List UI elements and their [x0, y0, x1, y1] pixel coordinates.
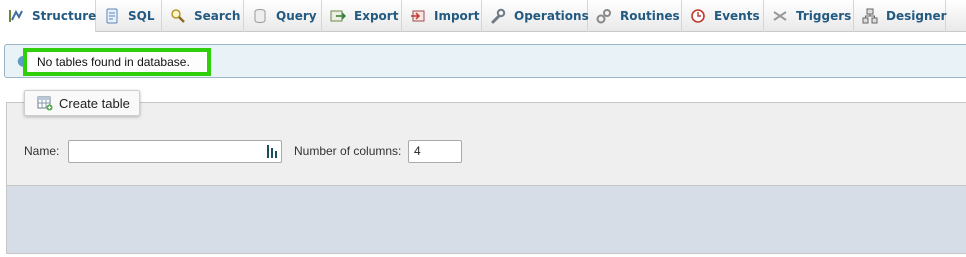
tab-triggers[interactable]: Triggers [764, 0, 854, 32]
tab-routines[interactable]: Routines [588, 0, 682, 32]
tab-bar: Structure SQL Search Query Export Import [0, 0, 966, 32]
tab-events[interactable]: Events [682, 0, 764, 32]
tab-operations[interactable]: Operations [482, 0, 589, 32]
query-icon [252, 8, 268, 24]
import-icon [410, 8, 426, 24]
tab-import[interactable]: Import [402, 0, 482, 32]
create-table-button[interactable]: Create table [24, 90, 140, 116]
tab-designer[interactable]: Designer [854, 0, 947, 32]
designer-icon [862, 8, 878, 24]
export-icon [330, 8, 346, 24]
routines-icon [596, 8, 612, 24]
notice-text: No tables found in database. [23, 48, 211, 76]
tab-search[interactable]: Search [162, 0, 244, 32]
columns-input[interactable]: 4 [408, 140, 462, 163]
password-manager-icon[interactable] [267, 145, 277, 158]
structure-icon [8, 8, 24, 24]
tab-label: Import [434, 9, 480, 23]
tab-label: Structure [32, 9, 97, 23]
name-input[interactable] [68, 140, 282, 163]
tab-label: Triggers [796, 9, 852, 23]
create-table-footer [6, 186, 966, 254]
tab-label: Routines [620, 9, 680, 23]
tab-label: Designer [886, 9, 947, 23]
tab-export[interactable]: Export [322, 0, 402, 32]
notice-box: ● No tables found in database. [4, 44, 966, 78]
tab-label: Export [354, 9, 399, 23]
create-table-label: Create table [59, 95, 130, 111]
triggers-icon [772, 8, 788, 24]
search-icon [170, 8, 186, 24]
wrench-icon [490, 8, 506, 24]
new-table-icon [37, 95, 53, 111]
tab-sql[interactable]: SQL [96, 0, 162, 32]
tab-structure[interactable]: Structure [0, 0, 96, 32]
columns-label: Number of columns: [294, 144, 402, 158]
tab-query[interactable]: Query [244, 0, 322, 32]
clock-icon [690, 8, 706, 24]
tab-label: Search [194, 9, 241, 23]
tab-label: Events [714, 9, 760, 23]
sql-icon [104, 8, 120, 24]
tab-label: SQL [128, 9, 155, 23]
name-label: Name: [24, 144, 60, 158]
tab-label: Operations [514, 9, 589, 23]
tab-label: Query [276, 9, 317, 23]
